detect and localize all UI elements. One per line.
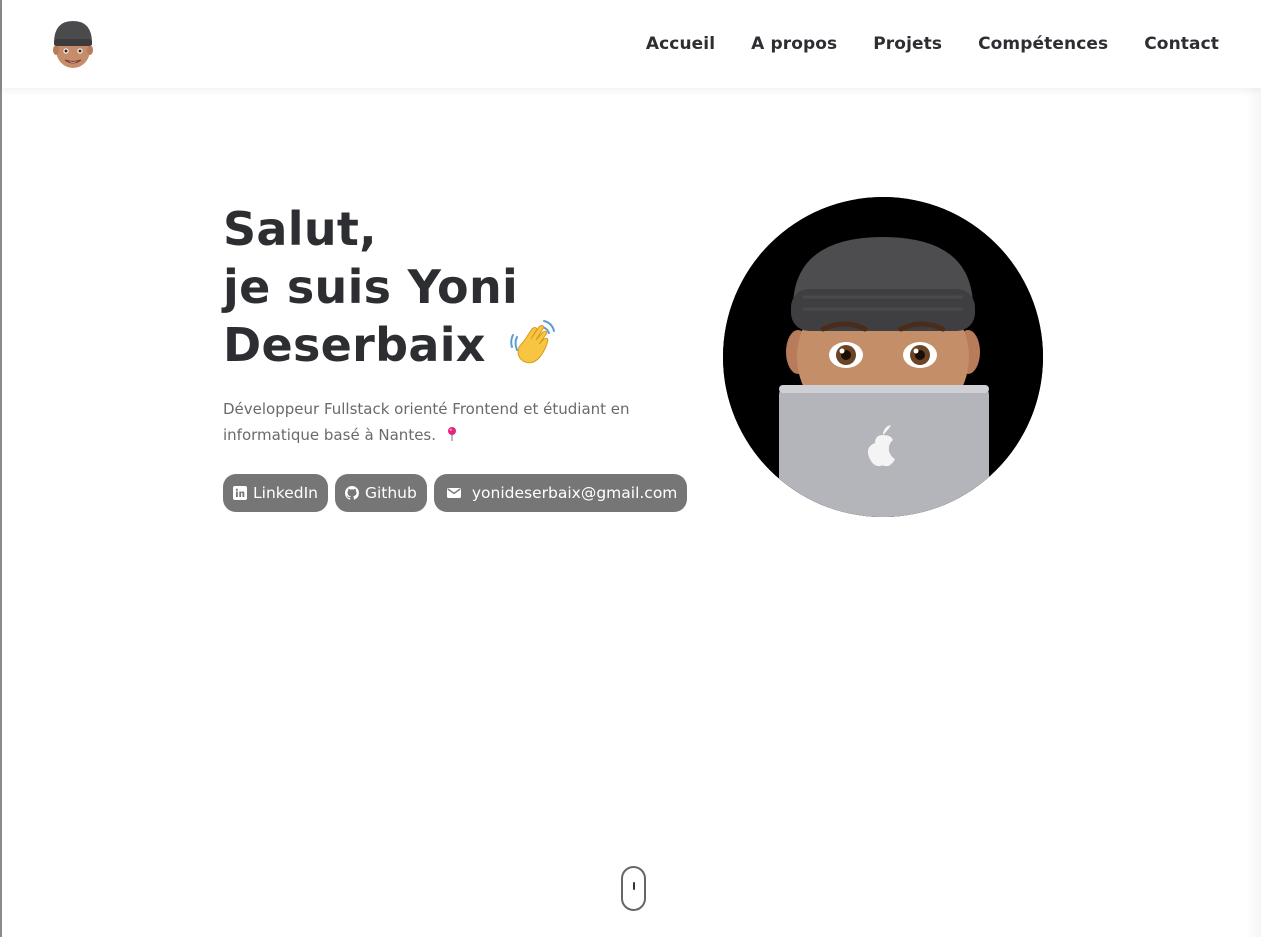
linkedin-label: LinkedIn [253,484,318,502]
hero-title-line3: Deserbaix [223,318,486,372]
nav-projets[interactable]: Projets [873,34,942,54]
scroll-down-indicator[interactable] [621,866,646,911]
nav-competences[interactable]: Compétences [978,34,1108,54]
hero-title-line1: Salut, [223,202,377,256]
profile-avatar [723,197,1043,517]
nav-contact[interactable]: Contact [1144,34,1219,54]
scroll-edge-shadow [1245,88,1261,937]
hero-section: Salut, je suis Yoni Deserbaix Développeu… [223,200,703,512]
site-header: Accueil A propos Projets Compétences Con… [2,0,1261,88]
main-nav: Accueil A propos Projets Compétences Con… [610,34,1219,54]
github-label: Github [364,484,417,502]
hero-description: Développeur Fullstack orienté Frontend e… [223,396,683,448]
social-links: LinkedIn Github yonideserbaix@gmail.com [223,474,703,512]
mail-icon [446,488,461,498]
nav-accueil[interactable]: Accueil [646,34,715,54]
memoji-avatar-icon[interactable] [50,17,96,71]
round-pushpin-icon [447,427,456,441]
waving-hand-icon [510,320,556,364]
email-label: yonideserbaix@gmail.com [471,484,678,502]
email-button[interactable]: yonideserbaix@gmail.com [433,474,688,512]
hero-title-line2: je suis Yoni [223,260,519,314]
linkedin-icon [233,486,247,500]
nav-a-propos[interactable]: A propos [751,34,837,54]
github-icon [344,486,359,500]
linkedin-button[interactable]: LinkedIn [223,474,328,512]
hero-description-text: Développeur Fullstack orienté Frontend e… [223,400,630,444]
hero-title: Salut, je suis Yoni Deserbaix [223,200,703,374]
memoji-laptop-avatar [723,197,1043,517]
github-button[interactable]: Github [334,474,427,512]
